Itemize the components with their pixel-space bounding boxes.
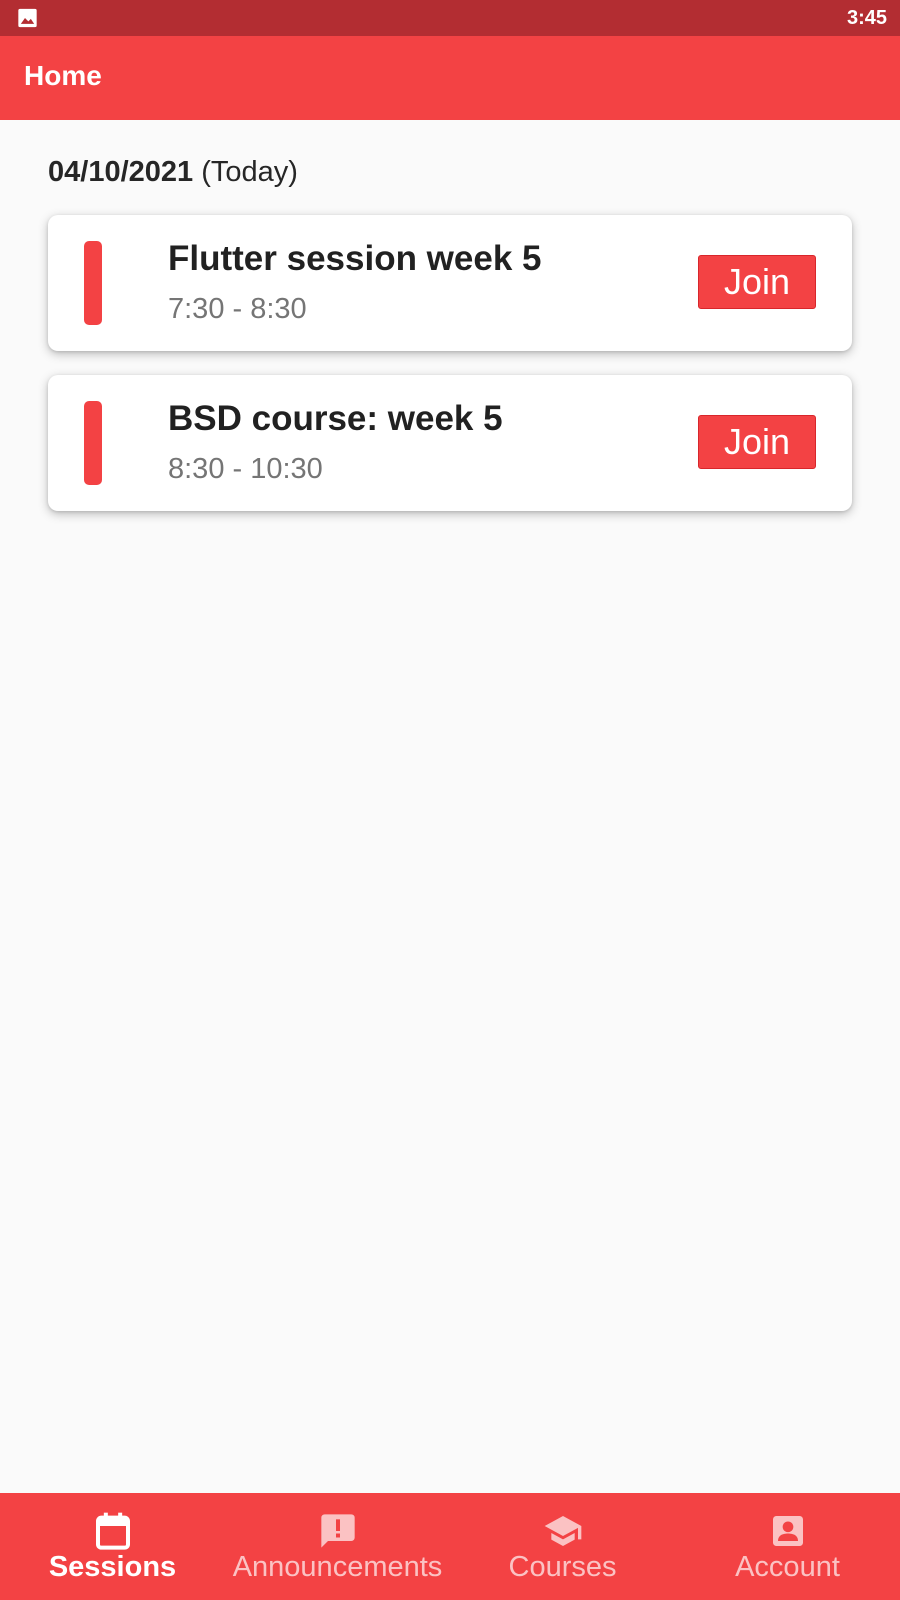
announcement-icon bbox=[320, 1514, 355, 1548]
app-bar: Home bbox=[0, 36, 900, 120]
date-heading: 04/10/2021 (Today) bbox=[48, 156, 298, 189]
screen: 3:45 Home 04/10/2021 (Today) Flutter ses… bbox=[0, 0, 900, 1600]
session-title: Flutter session week 5 bbox=[168, 239, 542, 278]
nav-item-courses[interactable]: Courses bbox=[450, 1493, 675, 1600]
relative-date-label: (Today) bbox=[201, 156, 298, 188]
session-accent-bar bbox=[84, 241, 102, 325]
session-card: Flutter session week 5 7:30 - 8:30 Join bbox=[48, 215, 852, 351]
join-button[interactable]: Join bbox=[698, 255, 816, 309]
calendar-icon bbox=[95, 1512, 130, 1550]
nav-item-account[interactable]: Account bbox=[675, 1493, 900, 1600]
nav-label-sessions: Sessions bbox=[48, 1551, 177, 1583]
nav-label-courses: Courses bbox=[508, 1551, 617, 1583]
page-title: Home bbox=[24, 60, 102, 91]
nav-label-account: Account bbox=[735, 1551, 840, 1583]
nav-label-announcements: Announcements bbox=[232, 1551, 443, 1583]
session-time: 8:30 - 10:30 bbox=[168, 453, 323, 485]
bottom-navigation: Sessions Announcements Courses Account bbox=[0, 1493, 900, 1600]
session-accent-bar bbox=[84, 401, 102, 485]
date-label: 04/10/2021 bbox=[48, 156, 194, 188]
session-time: 7:30 - 8:30 bbox=[168, 293, 307, 325]
nav-item-announcements[interactable]: Announcements bbox=[225, 1493, 450, 1600]
status-clock: 3:45 bbox=[846, 7, 887, 29]
session-card: BSD course: week 5 8:30 - 10:30 Join bbox=[48, 375, 852, 511]
image-icon bbox=[18, 8, 37, 28]
join-button[interactable]: Join bbox=[698, 415, 816, 469]
account-box-icon bbox=[772, 1516, 803, 1546]
session-title: BSD course: week 5 bbox=[168, 399, 503, 438]
status-bar: 3:45 bbox=[0, 0, 900, 36]
school-icon bbox=[544, 1516, 581, 1546]
nav-item-sessions[interactable]: Sessions bbox=[0, 1493, 225, 1600]
